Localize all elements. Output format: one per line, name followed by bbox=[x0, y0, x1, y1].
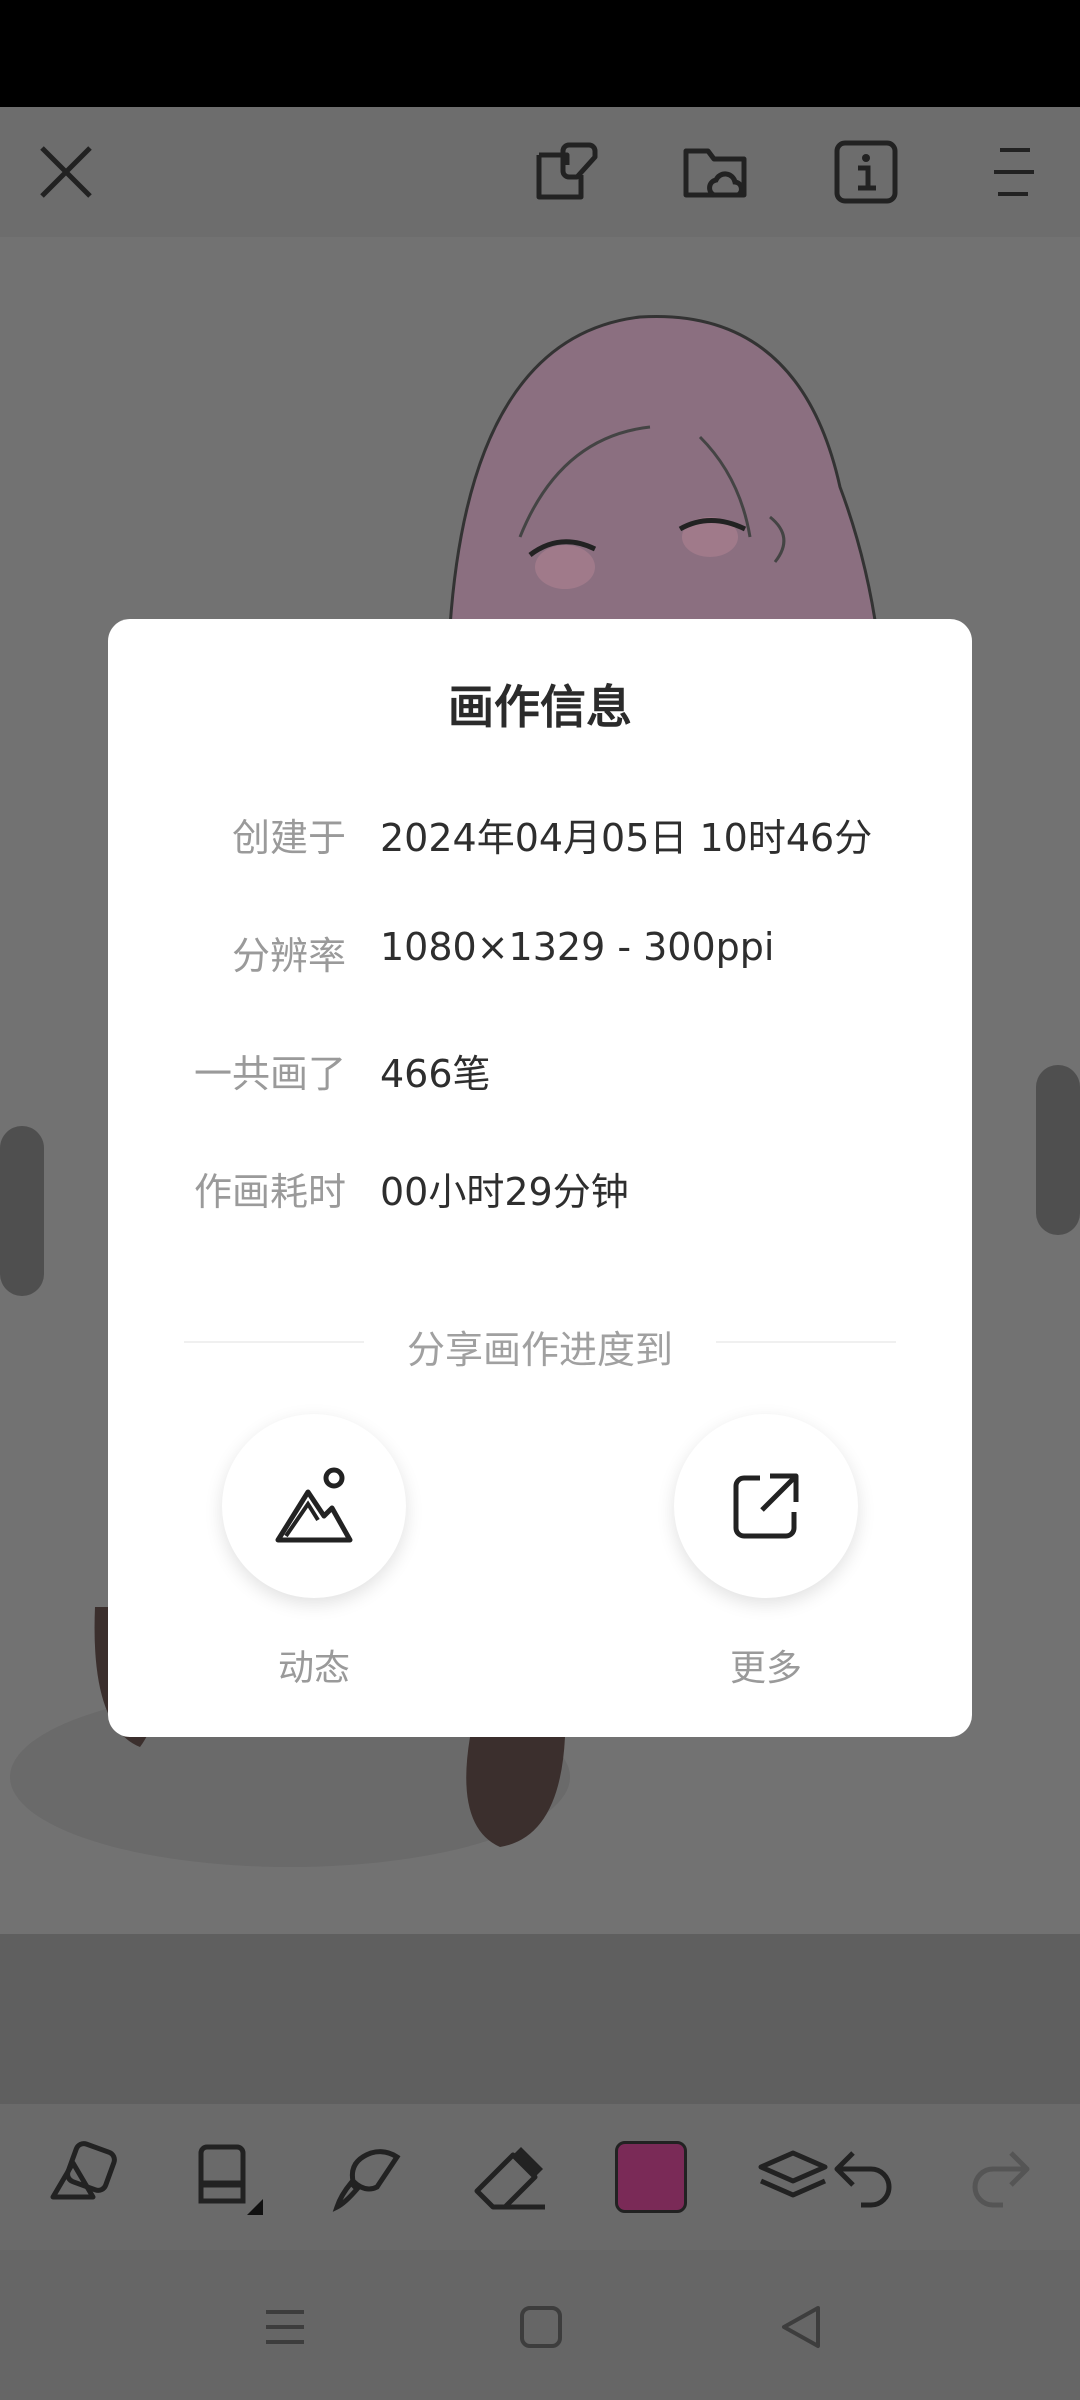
color-picker-button[interactable] bbox=[606, 2132, 696, 2222]
eraser-icon bbox=[474, 2147, 545, 2210]
bottom-toolbar bbox=[0, 2104, 1080, 2250]
info-label: 一共画了 bbox=[193, 1052, 346, 1096]
recent-apps-icon bbox=[266, 2310, 304, 2344]
system-nav-bar bbox=[0, 2250, 1080, 2400]
share-more-button[interactable] bbox=[674, 1414, 858, 1598]
share-more-label: 更多 bbox=[729, 1648, 802, 1689]
info-value: 2024年04月05日 10时46分 bbox=[380, 816, 873, 860]
sticker-button[interactable] bbox=[526, 132, 606, 212]
smudge-icon bbox=[332, 2149, 401, 2212]
info-value: 466笔 bbox=[380, 1052, 491, 1096]
status-bar bbox=[0, 0, 1080, 107]
info-icon bbox=[834, 140, 898, 204]
divider-right bbox=[716, 1341, 896, 1343]
mountain-image-icon bbox=[275, 1467, 353, 1543]
sticker-icon bbox=[536, 142, 598, 200]
share-section-title: 分享画作进度到 bbox=[406, 1328, 673, 1372]
artwork-info-dialog: 画作信息 创建于 2024年04月05日 10时46分 分辨率 1080×132… bbox=[108, 619, 972, 1737]
share-moments-label: 动态 bbox=[277, 1648, 350, 1689]
undo-button[interactable] bbox=[820, 2132, 910, 2222]
info-label: 作画耗时 bbox=[193, 1170, 346, 1214]
menu-button[interactable] bbox=[974, 132, 1054, 212]
cloud-folder-icon bbox=[683, 148, 747, 198]
shapes-icon bbox=[50, 2141, 117, 2200]
info-label: 创建于 bbox=[231, 816, 346, 860]
top-toolbar bbox=[0, 107, 1080, 237]
home-button[interactable] bbox=[506, 2292, 576, 2362]
back-icon bbox=[782, 2306, 820, 2348]
cloud-folder-button[interactable] bbox=[676, 132, 756, 212]
info-row-strokes: 一共画了 466笔 bbox=[108, 1043, 972, 1103]
home-icon bbox=[520, 2306, 562, 2348]
canvas-outside-area bbox=[0, 1934, 1080, 2104]
eraser-tool[interactable] bbox=[464, 2132, 554, 2222]
info-value: 00小时29分钟 bbox=[380, 1170, 629, 1214]
shapes-tool[interactable] bbox=[38, 2132, 128, 2222]
back-button[interactable] bbox=[766, 2292, 836, 2362]
share-moments-button[interactable] bbox=[222, 1414, 406, 1598]
menu-icon bbox=[994, 148, 1034, 196]
external-share-icon bbox=[733, 1473, 799, 1539]
redo-icon bbox=[972, 2151, 1030, 2208]
info-row-resolution: 分辨率 1080×1329 - 300ppi bbox=[108, 925, 972, 985]
brush-icon bbox=[198, 2144, 263, 2215]
redo-button[interactable] bbox=[954, 2132, 1044, 2222]
recent-apps-button[interactable] bbox=[250, 2292, 320, 2362]
right-side-handle[interactable] bbox=[1036, 1065, 1080, 1235]
left-side-handle[interactable] bbox=[0, 1126, 44, 1296]
info-button[interactable] bbox=[826, 132, 906, 212]
info-label: 分辨率 bbox=[231, 934, 346, 978]
dialog-title: 画作信息 bbox=[448, 680, 632, 734]
info-row-duration: 作画耗时 00小时29分钟 bbox=[108, 1161, 972, 1221]
undo-icon bbox=[834, 2151, 892, 2208]
info-row-created: 创建于 2024年04月05日 10时46分 bbox=[108, 807, 972, 867]
info-value: 1080×1329 - 300ppi bbox=[380, 925, 775, 969]
close-icon bbox=[40, 146, 92, 198]
brush-tool[interactable] bbox=[180, 2132, 270, 2222]
close-button[interactable] bbox=[26, 132, 106, 212]
smudge-tool[interactable] bbox=[322, 2132, 412, 2222]
color-swatch bbox=[615, 2141, 687, 2213]
